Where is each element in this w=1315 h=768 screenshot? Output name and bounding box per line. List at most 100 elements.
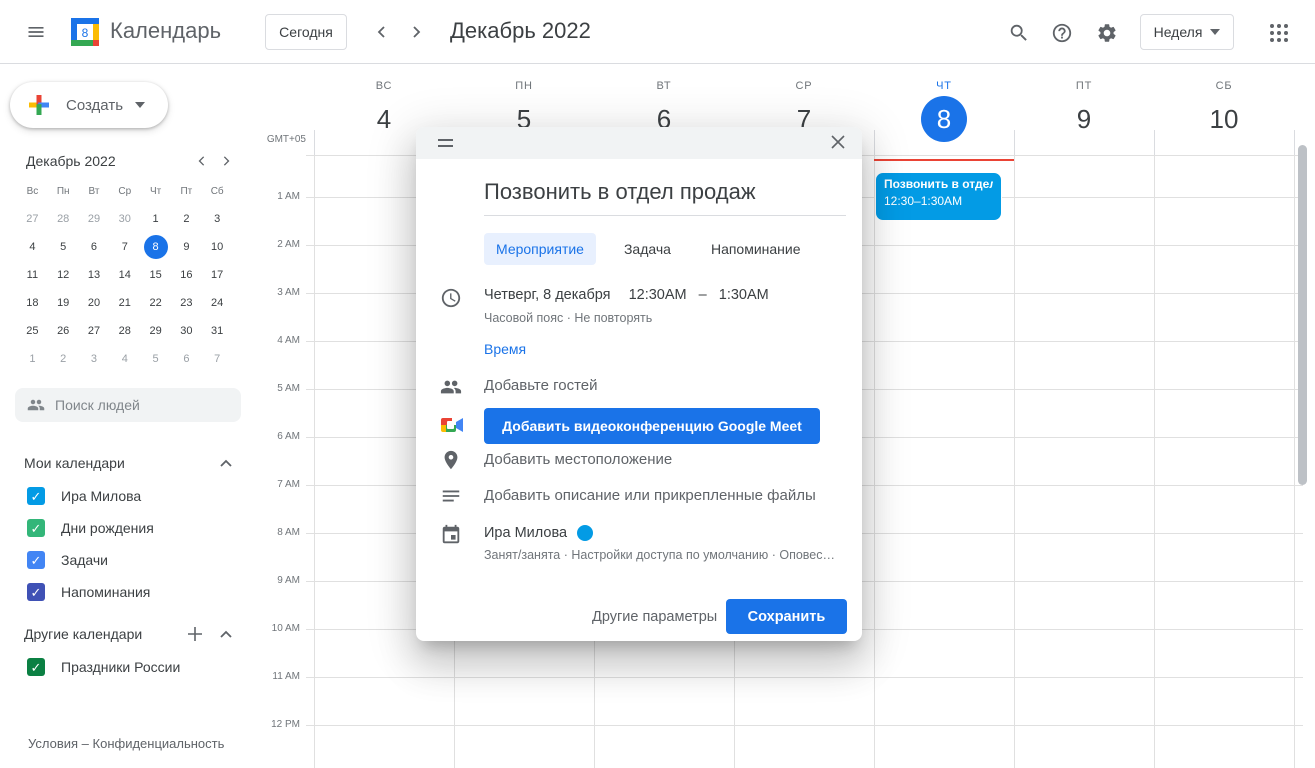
my-calendars-header[interactable]: Мои календари bbox=[24, 452, 232, 474]
add-meet-button[interactable]: Добавить видеоконференцию Google Meet bbox=[484, 408, 820, 444]
help-button[interactable] bbox=[1049, 20, 1075, 46]
chevron-up-icon[interactable] bbox=[220, 459, 232, 467]
mini-calendar-day[interactable]: 25 bbox=[20, 319, 44, 343]
mini-calendar-day[interactable]: 12 bbox=[51, 263, 75, 287]
calendar-list-item[interactable]: ✓Ира Милова bbox=[14, 480, 244, 512]
event-chip[interactable]: Позвонить в отдел п 12:30–1:30AM bbox=[875, 172, 1002, 221]
mini-calendar-day[interactable]: 29 bbox=[144, 319, 168, 343]
event-date[interactable]: Четверг, 8 декабря bbox=[484, 287, 611, 303]
mini-calendar-day[interactable]: 26 bbox=[51, 319, 75, 343]
mini-calendar-day[interactable]: 30 bbox=[174, 319, 198, 343]
event-start-time[interactable]: 12:30AM bbox=[629, 287, 687, 303]
calendar-checkbox[interactable]: ✓ bbox=[27, 551, 45, 569]
mini-calendar-day[interactable]: 10 bbox=[205, 235, 229, 259]
mini-calendar-day[interactable]: 3 bbox=[205, 207, 229, 231]
mini-calendar-day[interactable]: 24 bbox=[205, 291, 229, 315]
people-search-box[interactable] bbox=[15, 388, 241, 422]
dialog-drag-bar[interactable] bbox=[416, 127, 862, 159]
mini-calendar-day[interactable]: 1 bbox=[144, 207, 168, 231]
mini-calendar-day[interactable]: 4 bbox=[113, 347, 137, 371]
mini-calendar-next-button[interactable] bbox=[214, 149, 238, 173]
day-header-ПТ[interactable]: ПТ9 bbox=[1014, 64, 1154, 155]
mini-calendar-day[interactable]: 14 bbox=[113, 263, 137, 287]
mini-calendar-day[interactable]: 15 bbox=[144, 263, 168, 287]
mini-calendar-day[interactable]: 23 bbox=[174, 291, 198, 315]
mini-calendar-day[interactable]: 22 bbox=[144, 291, 168, 315]
mini-calendar-day[interactable]: 6 bbox=[174, 347, 198, 371]
mini-calendar-day[interactable]: 17 bbox=[205, 263, 229, 287]
calendar-checkbox[interactable]: ✓ bbox=[27, 658, 45, 676]
mini-calendar-day[interactable]: 2 bbox=[51, 347, 75, 371]
create-button[interactable]: Создать bbox=[10, 82, 168, 128]
google-apps-button[interactable] bbox=[1262, 17, 1296, 49]
calendar-color-dot[interactable] bbox=[577, 525, 593, 541]
mini-calendar-day[interactable]: 19 bbox=[51, 291, 75, 315]
calendar-checkbox[interactable]: ✓ bbox=[27, 583, 45, 601]
mini-calendar-day[interactable]: 4 bbox=[20, 235, 44, 259]
mini-calendar-day[interactable]: 2 bbox=[174, 207, 198, 231]
today-button[interactable]: Сегодня bbox=[265, 14, 347, 50]
mini-calendar-day[interactable]: 8 bbox=[144, 235, 168, 259]
terms-privacy-links[interactable]: Условия – Конфиденциальность bbox=[28, 736, 224, 751]
mini-calendar-day[interactable]: 11 bbox=[20, 263, 44, 287]
tab-task[interactable]: Задача bbox=[612, 233, 683, 265]
tab-event[interactable]: Мероприятие bbox=[484, 233, 596, 265]
main-menu-button[interactable] bbox=[14, 10, 58, 54]
mini-calendar-day[interactable]: 29 bbox=[82, 207, 106, 231]
add-description-field[interactable]: Добавить описание или прикрепленные файл… bbox=[484, 487, 816, 504]
add-guests-field[interactable]: Добавьте гостей bbox=[484, 377, 598, 394]
mini-calendar-day[interactable]: 27 bbox=[82, 319, 106, 343]
mini-calendar-day[interactable]: 30 bbox=[113, 207, 137, 231]
search-button[interactable] bbox=[1006, 20, 1032, 46]
time-link[interactable]: Время bbox=[484, 341, 526, 357]
settings-button[interactable] bbox=[1094, 20, 1120, 46]
event-end-time[interactable]: 1:30AM bbox=[719, 287, 769, 303]
day-number[interactable]: 8 bbox=[921, 96, 967, 142]
day-header-ЧТ[interactable]: ЧТ8 bbox=[874, 64, 1014, 155]
day-number[interactable]: 9 bbox=[1061, 96, 1107, 142]
chevron-up-icon[interactable] bbox=[220, 630, 232, 638]
day-number[interactable]: 4 bbox=[361, 96, 407, 142]
drag-handle-icon[interactable] bbox=[438, 139, 453, 147]
owner-calendar-row[interactable]: Ира Милова bbox=[484, 525, 593, 541]
tab-reminder[interactable]: Напоминание bbox=[699, 233, 813, 265]
close-button[interactable] bbox=[826, 132, 850, 156]
mini-calendar-day[interactable]: 7 bbox=[113, 235, 137, 259]
day-number[interactable]: 10 bbox=[1201, 96, 1247, 142]
mini-calendar-day[interactable]: 13 bbox=[82, 263, 106, 287]
more-options-button[interactable]: Другие параметры bbox=[578, 599, 731, 634]
mini-calendar-day[interactable]: 21 bbox=[113, 291, 137, 315]
mini-calendar-day[interactable]: 6 bbox=[82, 235, 106, 259]
previous-period-button[interactable] bbox=[368, 18, 396, 46]
other-calendars-header[interactable]: Другие календари bbox=[24, 623, 232, 645]
save-button[interactable]: Сохранить bbox=[726, 599, 847, 634]
vertical-scrollbar[interactable] bbox=[1298, 145, 1307, 485]
mini-calendar-prev-button[interactable] bbox=[190, 149, 214, 173]
calendar-list-item[interactable]: ✓Праздники России bbox=[14, 651, 244, 683]
view-selector[interactable]: Неделя bbox=[1140, 14, 1234, 50]
add-location-field[interactable]: Добавить местоположение bbox=[484, 451, 672, 468]
mini-calendar-day[interactable]: 5 bbox=[51, 235, 75, 259]
mini-calendar-day[interactable]: 27 bbox=[20, 207, 44, 231]
add-calendar-icon[interactable] bbox=[188, 627, 202, 641]
calendar-checkbox[interactable]: ✓ bbox=[27, 519, 45, 537]
calendar-checkbox[interactable]: ✓ bbox=[27, 487, 45, 505]
mini-calendar-day[interactable]: 20 bbox=[82, 291, 106, 315]
calendar-list-item[interactable]: ✓Дни рождения bbox=[14, 512, 244, 544]
mini-calendar-day[interactable]: 28 bbox=[113, 319, 137, 343]
mini-calendar-day[interactable]: 3 bbox=[82, 347, 106, 371]
mini-calendar-day[interactable]: 5 bbox=[144, 347, 168, 371]
mini-calendar-day[interactable]: 16 bbox=[174, 263, 198, 287]
event-datetime[interactable]: Четверг, 8 декабря 12:30AM – 1:30AM bbox=[484, 287, 769, 303]
calendar-list-item[interactable]: ✓Напоминания bbox=[14, 576, 244, 608]
day-header-СБ[interactable]: СБ10 bbox=[1154, 64, 1294, 155]
calendar-list-item[interactable]: ✓Задачи bbox=[14, 544, 244, 576]
next-period-button[interactable] bbox=[402, 18, 430, 46]
mini-calendar-day[interactable]: 28 bbox=[51, 207, 75, 231]
mini-calendar-day[interactable]: 18 bbox=[20, 291, 44, 315]
people-search-input[interactable] bbox=[55, 397, 215, 413]
mini-calendar-day[interactable]: 31 bbox=[205, 319, 229, 343]
mini-calendar-day[interactable]: 7 bbox=[205, 347, 229, 371]
mini-calendar-day[interactable]: 9 bbox=[174, 235, 198, 259]
mini-calendar-day[interactable]: 1 bbox=[20, 347, 44, 371]
